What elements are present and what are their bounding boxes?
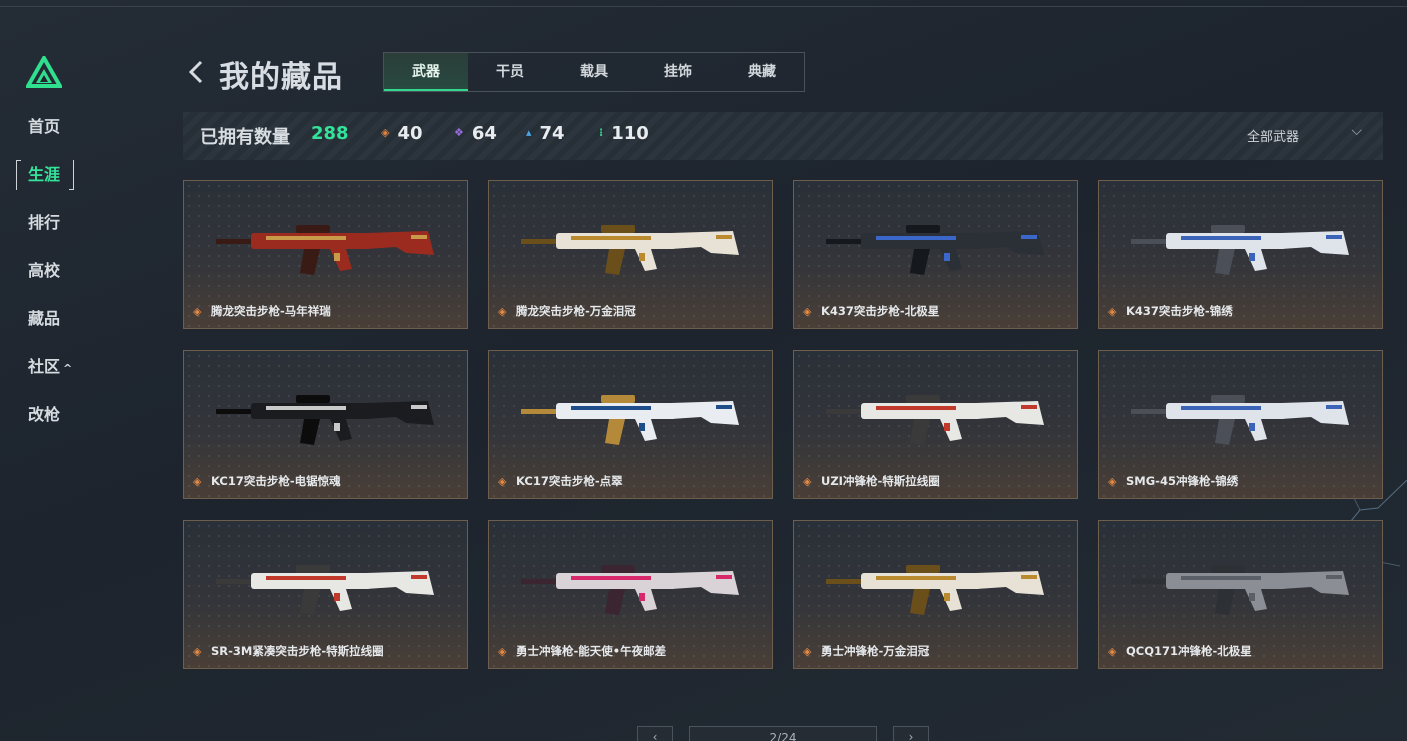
sidebar-item-collection[interactable]: 藏品 — [14, 304, 84, 352]
rarity-count-value: 64 — [471, 123, 497, 144]
rarity-count-green: ⁝ 110 — [599, 123, 649, 144]
diamond-orange-icon: ◈ — [381, 125, 390, 139]
sidebar-item-label: 高校 — [28, 261, 61, 280]
weapon-image — [826, 395, 1044, 445]
page-title: 我的藏品 — [219, 60, 343, 95]
sidebar-item-ranking[interactable]: 排行 — [14, 208, 84, 256]
item-card[interactable]: ◈ 勇士冲锋枪-能天使•午夜邮差 — [488, 520, 773, 669]
tab-collector[interactable]: 典藏 — [720, 53, 804, 91]
item-card[interactable]: ◈ SR-3M紧凑突击步枪-特斯拉线圈 — [183, 520, 468, 669]
active-bracket — [16, 160, 74, 190]
sidebar-item-label: 藏品 — [28, 309, 61, 328]
rarity-orange-icon: ◈ — [803, 305, 812, 318]
top-divider — [0, 6, 1407, 7]
item-name: UZI冲锋枪-特斯拉线圈 — [821, 474, 940, 488]
tab-weapons[interactable]: 武器 — [384, 53, 468, 91]
item-name: 勇士冲锋枪-万金泪冠 — [821, 644, 930, 658]
item-name: KC17突击步枪-点翠 — [516, 474, 623, 488]
category-tabs: 武器 干员 载具 挂饰 典藏 — [383, 52, 805, 92]
diamond-purple-icon: ❖ — [454, 125, 464, 139]
item-name: 腾龙突击步枪-马年祥瑞 — [211, 304, 331, 318]
rarity-count-blue: ▴ 74 — [526, 123, 565, 144]
rarity-orange-icon: ◈ — [498, 305, 507, 318]
tab-charms[interactable]: 挂饰 — [636, 53, 720, 91]
weapon-image — [216, 225, 434, 275]
item-card[interactable]: ◈ K437突击步枪-北极星 — [793, 180, 1078, 329]
owned-label: 已拥有数量 — [200, 127, 290, 148]
rarity-orange-icon: ◈ — [193, 305, 202, 318]
weapon-image — [521, 565, 739, 615]
rarity-orange-icon: ◈ — [1108, 305, 1117, 318]
rarity-count-purple: ❖ 64 — [454, 123, 497, 144]
tab-vehicles[interactable]: 载具 — [552, 53, 636, 91]
chevron-right-icon: › — [908, 730, 914, 741]
rarity-count-value: 110 — [611, 123, 649, 144]
weapon-image — [1131, 565, 1349, 615]
rarity-orange-icon: ◈ — [193, 645, 202, 658]
item-card[interactable]: ◈ KC17突击步枪-电锯惊魂 — [183, 350, 468, 499]
logo-icon[interactable] — [26, 56, 62, 88]
item-name: SR-3M紧凑突击步枪-特斯拉线圈 — [211, 644, 384, 658]
item-card[interactable]: ◈ SMG-45冲锋枪-锦绣 — [1098, 350, 1383, 499]
rarity-count-value: 74 — [539, 123, 565, 144]
chevron-down-icon: ⌵ — [1351, 123, 1362, 139]
item-name: K437突击步枪-锦绣 — [1126, 304, 1233, 318]
dots-green-icon: ⁝ — [599, 125, 604, 139]
weapon-image — [216, 395, 434, 445]
item-name: SMG-45冲锋枪-锦绣 — [1126, 474, 1239, 488]
tab-operators[interactable]: 干员 — [468, 53, 552, 91]
item-card[interactable]: ◈ 勇士冲锋枪-万金泪冠 — [793, 520, 1078, 669]
rarity-orange-icon: ◈ — [1108, 475, 1117, 488]
weapon-image — [826, 565, 1044, 615]
rarity-orange-icon: ◈ — [193, 475, 202, 488]
sidebar-item-gunsmith[interactable]: 改枪 — [14, 400, 84, 448]
weapon-filter-dropdown[interactable]: 全部武器 ⌵ — [1247, 123, 1372, 145]
diamond-blue-icon: ▴ — [526, 125, 532, 139]
filter-selected-value: 全部武器 — [1247, 130, 1300, 145]
weapon-image — [521, 395, 739, 445]
back-arrow-icon[interactable] — [186, 58, 208, 86]
weapon-image — [1131, 395, 1349, 445]
weapon-image — [1131, 225, 1349, 275]
rarity-count-value: 40 — [397, 123, 423, 144]
item-name: KC17突击步枪-电锯惊魂 — [211, 474, 341, 488]
sidebar-item-label: 社区 — [28, 357, 61, 376]
owned-total: 288 — [311, 123, 349, 144]
next-page-button[interactable]: › — [893, 726, 929, 741]
sidebar-item-career[interactable]: 生涯 — [14, 160, 84, 208]
prev-page-button[interactable]: ‹ — [637, 726, 673, 741]
chevron-up-icon: ^ — [63, 362, 73, 375]
sidebar-item-home[interactable]: 首页 — [14, 112, 84, 160]
item-name: 腾龙突击步枪-万金泪冠 — [516, 304, 636, 318]
rarity-orange-icon: ◈ — [803, 645, 812, 658]
item-name: QCQ171冲锋枪-北极星 — [1126, 644, 1252, 658]
sidebar-nav: 首页 生涯 排行 高校 藏品 社区 ^ 改枪 — [14, 112, 84, 448]
item-card[interactable]: ◈ KC17突击步枪-点翠 — [488, 350, 773, 499]
item-card[interactable]: ◈ QCQ171冲锋枪-北极星 — [1098, 520, 1383, 669]
sidebar-item-colleges[interactable]: 高校 — [14, 256, 84, 304]
weapon-image — [521, 225, 739, 275]
item-name: 勇士冲锋枪-能天使•午夜邮差 — [516, 644, 667, 658]
sidebar-item-community[interactable]: 社区 ^ — [14, 352, 84, 400]
item-card[interactable]: ◈ K437突击步枪-锦绣 — [1098, 180, 1383, 329]
weapon-image — [216, 565, 434, 615]
rarity-orange-icon: ◈ — [803, 475, 812, 488]
rarity-orange-icon: ◈ — [498, 645, 507, 658]
sidebar-item-label: 排行 — [28, 213, 61, 232]
rarity-orange-icon: ◈ — [1108, 645, 1117, 658]
item-card[interactable]: ◈ 腾龙突击步枪-马年祥瑞 — [183, 180, 468, 329]
rarity-count-orange: ◈ 40 — [381, 123, 423, 144]
collection-stats-bar: 已拥有数量 288 ◈ 40 ❖ 64 ▴ 74 ⁝ 110 全部武器 ⌵ — [183, 112, 1383, 160]
rarity-orange-icon: ◈ — [498, 475, 507, 488]
page-indicator: 2/24 — [689, 726, 877, 741]
item-card[interactable]: ◈ UZI冲锋枪-特斯拉线圈 — [793, 350, 1078, 499]
chevron-left-icon: ‹ — [652, 730, 658, 741]
sidebar-item-label: 首页 — [28, 117, 61, 136]
sidebar-item-label: 改枪 — [28, 405, 61, 424]
weapon-image — [826, 225, 1044, 275]
item-name: K437突击步枪-北极星 — [821, 304, 940, 318]
item-card[interactable]: ◈ 腾龙突击步枪-万金泪冠 — [488, 180, 773, 329]
